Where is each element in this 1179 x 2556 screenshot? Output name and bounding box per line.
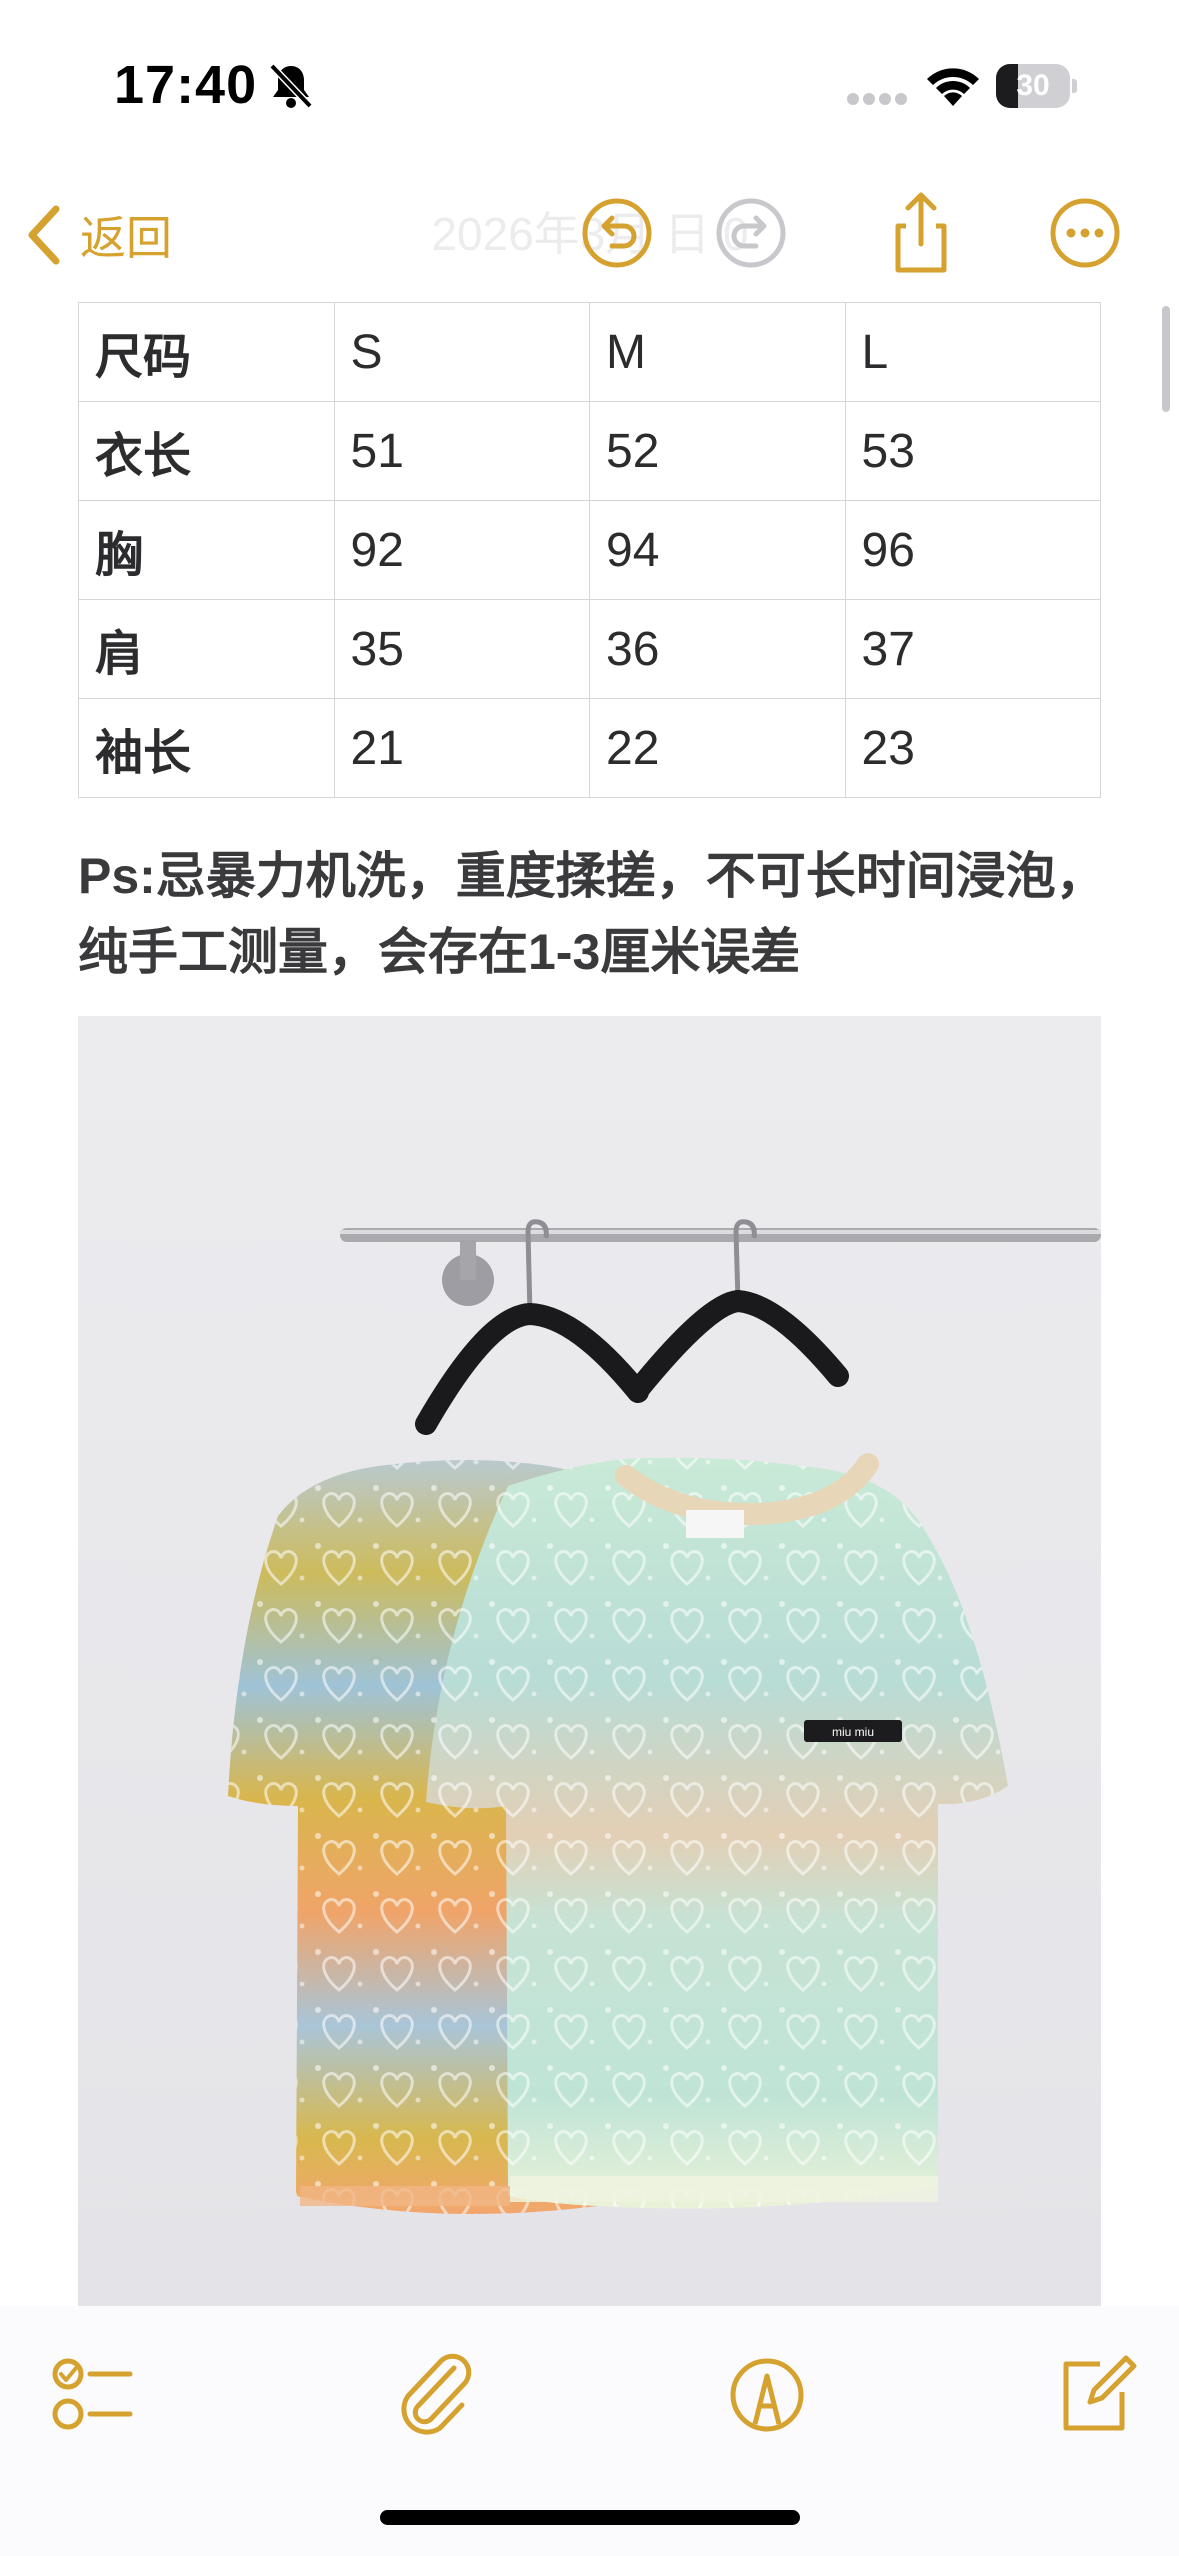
share-icon[interactable] xyxy=(876,188,966,278)
table-cell[interactable]: 94 xyxy=(589,500,846,600)
undo-icon[interactable] xyxy=(572,188,662,278)
table-cell[interactable]: 96 xyxy=(844,500,1101,600)
table-cell[interactable]: 35 xyxy=(333,599,590,699)
redo-icon[interactable] xyxy=(706,188,796,278)
table-cell[interactable]: M xyxy=(589,302,846,402)
scroll-indicator[interactable] xyxy=(1162,306,1170,412)
chevron-left-icon xyxy=(28,205,60,265)
table-cell[interactable]: 肩 xyxy=(78,599,335,699)
navigation-bar: 返回 2026年3月 日 0 xyxy=(0,170,1179,300)
table-cell[interactable]: 37 xyxy=(844,599,1101,699)
brand-label-text: miu miu xyxy=(832,1725,874,1739)
markup-pen-icon[interactable] xyxy=(722,2350,812,2440)
battery-icon: 30 xyxy=(996,64,1077,108)
table-row: 胸 92 94 96 xyxy=(78,500,1101,600)
table-cell[interactable]: 胸 xyxy=(78,500,335,600)
table-row: 袖长 21 22 23 xyxy=(78,698,1101,798)
bell-slash-icon xyxy=(269,63,313,109)
table-cell[interactable]: 52 xyxy=(589,401,846,501)
table-cell[interactable]: 21 xyxy=(333,698,590,798)
table-cell[interactable]: 23 xyxy=(844,698,1101,798)
cellular-signal-icon xyxy=(847,93,907,105)
table-cell[interactable]: 51 xyxy=(333,401,590,501)
back-button[interactable]: 返回 xyxy=(22,192,172,278)
table-cell[interactable]: S xyxy=(333,302,590,402)
product-photo[interactable]: miu miu xyxy=(78,1016,1101,2306)
paperclip-icon[interactable] xyxy=(392,2350,482,2440)
table-row: 衣长 51 52 53 xyxy=(78,401,1101,501)
product-photo-illustration: miu miu xyxy=(78,1016,1101,2306)
table-cell[interactable]: 53 xyxy=(844,401,1101,501)
table-cell[interactable]: 袖长 xyxy=(78,698,335,798)
notes-screen: 17:40 30 返回 2026年3月 日 0 尺码 S M L 衣长 51 5… xyxy=(0,0,1179,2556)
table-cell[interactable]: L xyxy=(844,302,1101,402)
battery-level: 30 xyxy=(1016,69,1050,102)
checklist-icon[interactable] xyxy=(46,2350,136,2440)
wifi-icon xyxy=(927,68,979,106)
status-time: 17:40 xyxy=(114,55,258,115)
table-cell[interactable]: 尺码 xyxy=(78,302,335,402)
table-cell[interactable]: 衣长 xyxy=(78,401,335,501)
table-cell[interactable]: 36 xyxy=(589,599,846,699)
note-body-text[interactable]: Ps:忌暴力机洗，重度揉搓，不可长时间浸泡，纯手工测量，会存在1-3厘米误差 xyxy=(78,838,1138,990)
more-icon[interactable] xyxy=(1040,188,1130,278)
table-row: 肩 35 36 37 xyxy=(78,599,1101,699)
back-label: 返回 xyxy=(80,212,172,264)
home-indicator[interactable] xyxy=(380,2510,800,2525)
table-row: 尺码 S M L xyxy=(78,302,1101,402)
table-cell[interactable]: 22 xyxy=(589,698,846,798)
compose-icon[interactable] xyxy=(1050,2350,1140,2440)
table-cell[interactable]: 92 xyxy=(333,500,590,600)
size-table: 尺码 S M L 衣长 51 52 53 胸 92 94 96 肩 35 36 xyxy=(78,302,1101,798)
status-bar: 17:40 30 xyxy=(0,0,1179,170)
